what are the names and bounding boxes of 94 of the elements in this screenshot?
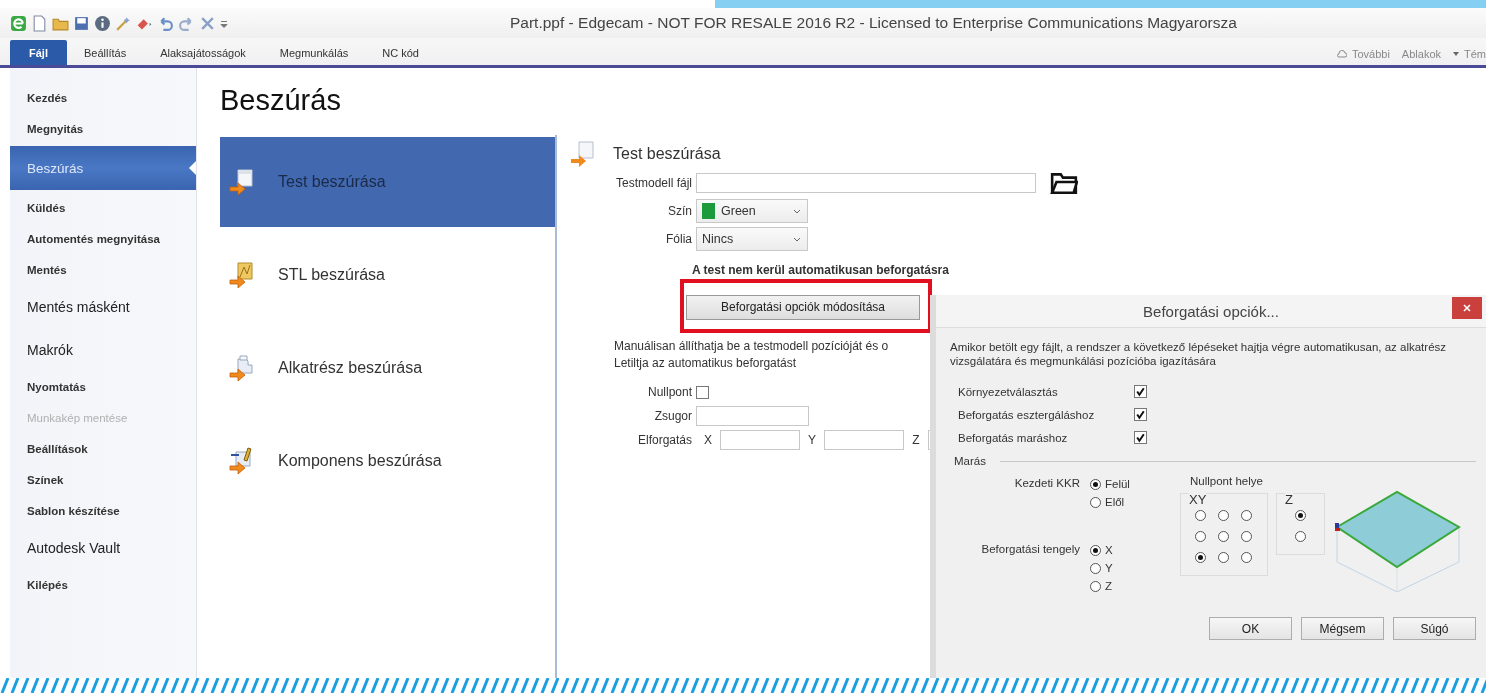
radio-button[interactable]	[1295, 531, 1306, 542]
option-label: Környezetválasztás	[958, 385, 1059, 398]
sidebar-item[interactable]: Sablon készítése	[10, 495, 196, 526]
dialog-description: Amikor betölt egy fájlt, a rendszer a következő lépéseket hajtja végre automatikusan, az alkatrész vizsgálatára és megmunkálási pozícióba igazítására	[950, 340, 1448, 368]
group-title: Marás	[954, 455, 986, 467]
foil-dropdown[interactable]: Nincs	[696, 227, 808, 251]
save-icon[interactable]	[73, 14, 90, 32]
sidebar-item[interactable]: Kilépés	[10, 569, 196, 600]
cloud-icon	[1336, 49, 1347, 58]
radio-button[interactable]	[1090, 562, 1101, 574]
group-title: Z	[1285, 492, 1293, 507]
sidebar-item[interactable]: Autodesk Vault	[10, 526, 196, 569]
ribbon-tab[interactable]: Fájl	[10, 40, 67, 65]
sidebar-item[interactable]: Beszúrás	[10, 146, 196, 190]
sidebar-item[interactable]: Mentés	[10, 254, 196, 285]
field-label: Zsugor	[653, 409, 693, 423]
sidebar-item[interactable]: Beállítások	[10, 433, 196, 464]
page-heading: Beszúrás	[220, 84, 342, 118]
radio-label: Felül	[1105, 478, 1130, 490]
field-label: Nullpont	[646, 385, 693, 399]
radio-button[interactable]	[1241, 531, 1252, 542]
radio-button[interactable]	[1241, 510, 1252, 521]
folder-icon[interactable]	[1050, 171, 1078, 195]
radio-button[interactable]	[1218, 510, 1229, 521]
origin-checkbox[interactable]	[696, 385, 709, 399]
sidebar-item[interactable]: Mentés másként	[10, 285, 196, 328]
info-icon[interactable]	[94, 14, 111, 32]
close-button[interactable]	[1452, 297, 1482, 319]
help-text: Manuálisan állíthatja be a testmodell pozícióját és o	[614, 338, 889, 355]
option-label: Beforgatás esztergáláshoz	[958, 408, 1096, 421]
chevron-down-icon	[793, 236, 801, 242]
sidebar-item[interactable]: Megnyitás	[10, 113, 196, 144]
rotation-input-field[interactable]	[824, 430, 904, 450]
ribbon-tab[interactable]: Beállítás	[67, 40, 144, 65]
radio-button[interactable]	[1090, 580, 1101, 592]
axis-label: X	[703, 433, 713, 447]
help-text: Letiltja az automatikus beforgatást	[614, 355, 797, 372]
caret-icon	[1453, 51, 1459, 56]
command-item[interactable]: STL beszúrása	[220, 230, 555, 320]
radio-button[interactable]	[1218, 552, 1229, 563]
new-file-icon[interactable]	[31, 14, 48, 32]
file-input-field[interactable]	[696, 173, 1036, 193]
ribbon-tab[interactable]: Alaksajátosságok	[143, 40, 263, 65]
option-checkbox[interactable]	[1134, 408, 1147, 421]
notice-text: A test nem kerül automatikusan beforgatásra	[692, 263, 950, 277]
field-label: Testmodell fájl	[614, 176, 693, 190]
radio-button[interactable]	[1295, 510, 1306, 521]
radio-button[interactable]	[1241, 552, 1252, 563]
dialog-button[interactable]: Súgó	[1393, 617, 1476, 640]
dialog-button[interactable]: OK	[1209, 617, 1292, 640]
sidebar-item[interactable]: Színek	[10, 464, 196, 495]
field-label: Fólia	[665, 232, 693, 246]
sidebar-item[interactable]: Kezdés	[10, 82, 196, 113]
radio-button[interactable]	[1090, 544, 1101, 556]
radio-button[interactable]	[1090, 478, 1101, 490]
radio-button[interactable]	[1195, 510, 1206, 521]
group-title: XY	[1189, 492, 1207, 507]
option-checkbox[interactable]	[1134, 431, 1147, 444]
field-label: Szín	[667, 204, 693, 218]
radio-label: Y	[1105, 562, 1113, 574]
sidebar-item[interactable]: Makrók	[10, 328, 196, 371]
color-dropdown[interactable]: Green	[696, 199, 808, 223]
option-label: Beforgatási tengely	[980, 542, 1080, 557]
radio-button[interactable]	[1195, 552, 1206, 563]
radio-button[interactable]	[1218, 531, 1229, 542]
ribbon-tab[interactable]: NC kód	[365, 40, 436, 65]
radio-button[interactable]	[1195, 531, 1206, 542]
ribbon-tab[interactable]: Megmunkálás	[262, 40, 366, 65]
radio-button[interactable]	[1090, 496, 1101, 508]
sidebar-item[interactable]: Nyomtatás	[10, 371, 196, 402]
command-item[interactable]: Alkatrész beszúrása	[220, 323, 555, 413]
section-title: Test beszúrása	[613, 145, 721, 163]
options-button[interactable]: Beforgatási opciók módosítása	[686, 294, 920, 320]
axis-label: Z	[911, 433, 921, 447]
command-item[interactable]: Komponens beszúrása	[220, 416, 555, 506]
option-label: Nullpont helye	[1190, 475, 1264, 487]
app-logo-icon[interactable]	[10, 14, 27, 32]
dialog-title: Beforgatási opciók...	[1143, 302, 1279, 320]
sidebar-item[interactable]: Automentés megnyitása	[10, 223, 196, 254]
sidebar-item[interactable]: Küldés	[10, 192, 196, 223]
option-checkbox[interactable]	[1134, 385, 1147, 398]
radio-label: Z	[1105, 580, 1113, 592]
window-title: Part.ppf - Edgecam - NOT FOR RESALE 2016 R2 - Licensed to Enterprise Communications Magyarorsza	[510, 14, 1237, 32]
axis-label: Y	[807, 433, 817, 447]
option-label: Kezdeti KKR	[1013, 476, 1080, 491]
field-label: Elforgatás	[636, 433, 693, 447]
shrink-input-field[interactable]	[696, 406, 809, 426]
radio-label: Elől	[1105, 496, 1125, 508]
close-icon	[1462, 303, 1472, 313]
rotation-input-field[interactable]	[720, 430, 800, 450]
dialog-button[interactable]: Mégsem	[1301, 617, 1384, 640]
option-label: Beforgatás maráshoz	[958, 431, 1069, 444]
chevron-down-icon	[793, 208, 801, 214]
radio-label: X	[1105, 544, 1113, 556]
